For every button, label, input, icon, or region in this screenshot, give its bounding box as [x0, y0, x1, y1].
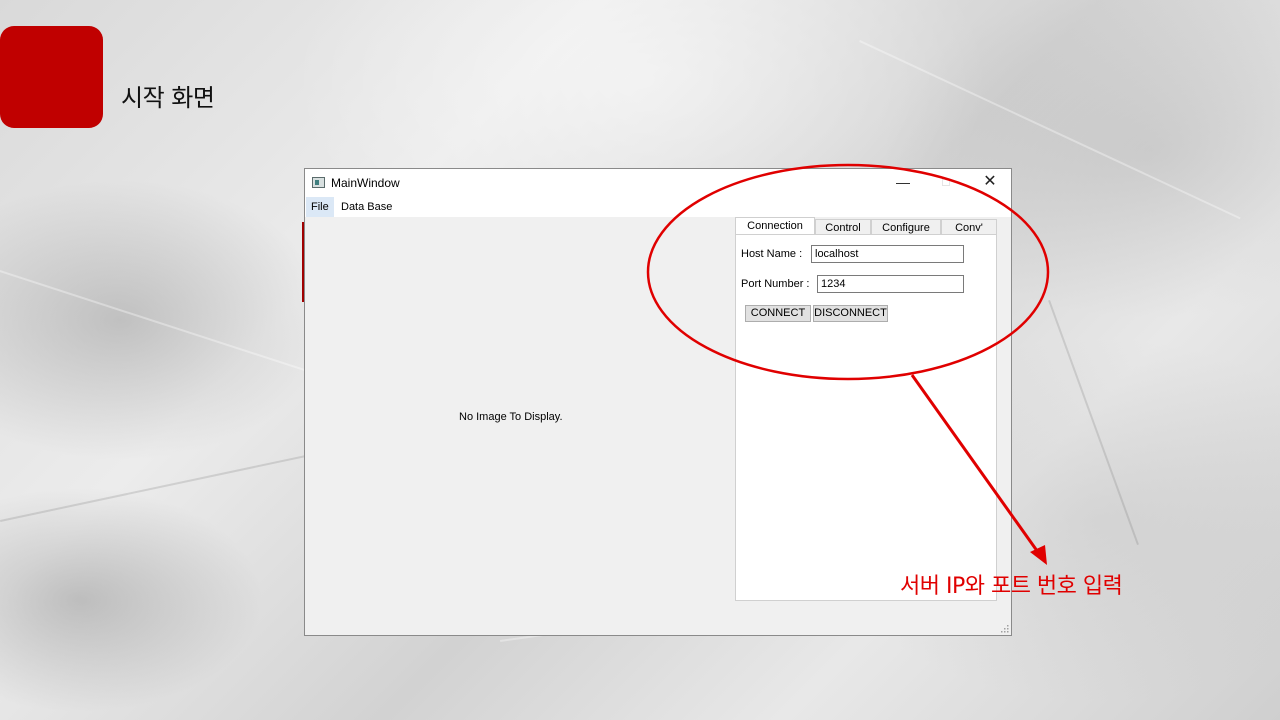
tab-bar: Connection Control Configure Conv' — [735, 217, 997, 236]
title-bar[interactable]: MainWindow — □ ✕ — [305, 169, 1011, 197]
menu-bar: File Data Base — [305, 197, 1011, 217]
tab-control[interactable]: Control — [815, 219, 871, 235]
disconnect-button[interactable]: DISCONNECT — [813, 305, 888, 322]
close-icon[interactable]: ✕ — [975, 173, 1005, 193]
host-name-label: Host Name : — [741, 248, 803, 260]
app-window-icon — [312, 177, 325, 188]
annotation-text: 서버 IP와 포트 번호 입력 — [900, 574, 1123, 599]
tab-conv[interactable]: Conv' — [941, 219, 997, 235]
main-window: MainWindow — □ ✕ File Data Base No Image… — [304, 168, 1012, 636]
no-image-message: No Image To Display. — [459, 411, 563, 423]
arrow-head — [1030, 545, 1047, 565]
resize-grip-icon[interactable] — [1000, 624, 1009, 633]
window-title: MainWindow — [331, 176, 400, 190]
connection-panel: Host Name : Port Number : CONNECT DISCON… — [735, 234, 997, 601]
connect-button[interactable]: CONNECT — [745, 305, 811, 322]
menu-database[interactable]: Data Base — [336, 197, 397, 217]
maximize-icon[interactable]: □ — [931, 173, 961, 193]
paper-crease — [1048, 300, 1139, 546]
minimize-icon[interactable]: — — [888, 173, 918, 193]
image-display-area: No Image To Display. — [305, 217, 730, 635]
port-number-label: Port Number : — [741, 278, 810, 290]
tab-configure[interactable]: Configure — [871, 219, 941, 235]
host-name-input[interactable] — [811, 245, 964, 263]
title-accent-block — [0, 26, 103, 128]
slide-title: 시작 화면 — [121, 84, 215, 112]
port-number-input[interactable] — [817, 275, 964, 293]
menu-file[interactable]: File — [306, 197, 334, 217]
